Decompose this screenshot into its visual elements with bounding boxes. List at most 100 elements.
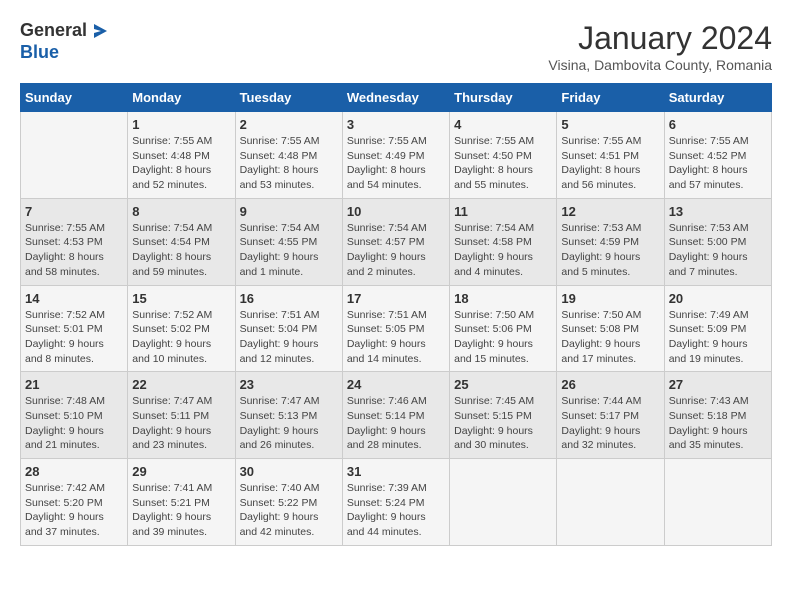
day-info: Sunrise: 7:39 AM Sunset: 5:24 PM Dayligh… bbox=[347, 481, 445, 540]
day-info: Sunrise: 7:44 AM Sunset: 5:17 PM Dayligh… bbox=[561, 394, 659, 453]
week-row-4: 21 Sunrise: 7:48 AM Sunset: 5:10 PM Dayli… bbox=[21, 372, 772, 459]
day-number: 18 bbox=[454, 291, 552, 306]
title-block: January 2024 Visina, Dambovita County, R… bbox=[548, 20, 772, 73]
page-header: General Blue January 2024 Visina, Dambov… bbox=[20, 20, 772, 73]
day-cell bbox=[557, 459, 664, 546]
day-cell: 13 Sunrise: 7:53 AM Sunset: 5:00 PM Dayli… bbox=[664, 198, 771, 285]
day-number: 11 bbox=[454, 204, 552, 219]
day-cell: 26 Sunrise: 7:44 AM Sunset: 5:17 PM Dayli… bbox=[557, 372, 664, 459]
day-cell: 31 Sunrise: 7:39 AM Sunset: 5:24 PM Dayli… bbox=[342, 459, 449, 546]
day-number: 22 bbox=[132, 377, 230, 392]
day-info: Sunrise: 7:55 AM Sunset: 4:52 PM Dayligh… bbox=[669, 134, 767, 193]
day-number: 6 bbox=[669, 117, 767, 132]
day-number: 5 bbox=[561, 117, 659, 132]
day-number: 26 bbox=[561, 377, 659, 392]
day-cell: 2 Sunrise: 7:55 AM Sunset: 4:48 PM Daylig… bbox=[235, 112, 342, 199]
day-number: 2 bbox=[240, 117, 338, 132]
header-sunday: Sunday bbox=[21, 84, 128, 112]
day-number: 21 bbox=[25, 377, 123, 392]
day-info: Sunrise: 7:47 AM Sunset: 5:13 PM Dayligh… bbox=[240, 394, 338, 453]
day-number: 23 bbox=[240, 377, 338, 392]
day-info: Sunrise: 7:50 AM Sunset: 5:08 PM Dayligh… bbox=[561, 308, 659, 367]
header-thursday: Thursday bbox=[450, 84, 557, 112]
day-number: 29 bbox=[132, 464, 230, 479]
day-cell: 1 Sunrise: 7:55 AM Sunset: 4:48 PM Daylig… bbox=[128, 112, 235, 199]
day-cell: 9 Sunrise: 7:54 AM Sunset: 4:55 PM Daylig… bbox=[235, 198, 342, 285]
day-cell: 22 Sunrise: 7:47 AM Sunset: 5:11 PM Dayli… bbox=[128, 372, 235, 459]
week-row-3: 14Sunrise: 7:52 AM Sunset: 5:01 PM Dayli… bbox=[21, 285, 772, 372]
day-number: 17 bbox=[347, 291, 445, 306]
day-info: Sunrise: 7:47 AM Sunset: 5:11 PM Dayligh… bbox=[132, 394, 230, 453]
day-info: Sunrise: 7:55 AM Sunset: 4:48 PM Dayligh… bbox=[132, 134, 230, 193]
day-number: 4 bbox=[454, 117, 552, 132]
day-info: Sunrise: 7:54 AM Sunset: 4:55 PM Dayligh… bbox=[240, 221, 338, 280]
day-info: Sunrise: 7:51 AM Sunset: 5:05 PM Dayligh… bbox=[347, 308, 445, 367]
day-number: 9 bbox=[240, 204, 338, 219]
day-cell: 27Sunrise: 7:43 AM Sunset: 5:18 PM Dayli… bbox=[664, 372, 771, 459]
day-cell: 4 Sunrise: 7:55 AM Sunset: 4:50 PM Daylig… bbox=[450, 112, 557, 199]
day-info: Sunrise: 7:54 AM Sunset: 4:58 PM Dayligh… bbox=[454, 221, 552, 280]
day-number: 1 bbox=[132, 117, 230, 132]
logo: General Blue bbox=[20, 20, 109, 63]
day-cell: 29 Sunrise: 7:41 AM Sunset: 5:21 PM Dayli… bbox=[128, 459, 235, 546]
day-info: Sunrise: 7:54 AM Sunset: 4:57 PM Dayligh… bbox=[347, 221, 445, 280]
week-row-2: 7 Sunrise: 7:55 AM Sunset: 4:53 PM Daylig… bbox=[21, 198, 772, 285]
day-cell: 18 Sunrise: 7:50 AM Sunset: 5:06 PM Dayli… bbox=[450, 285, 557, 372]
day-cell: 8Sunrise: 7:54 AM Sunset: 4:54 PM Daylig… bbox=[128, 198, 235, 285]
day-cell: 25 Sunrise: 7:45 AM Sunset: 5:15 PM Dayli… bbox=[450, 372, 557, 459]
day-cell: 20Sunrise: 7:49 AM Sunset: 5:09 PM Dayli… bbox=[664, 285, 771, 372]
day-number: 16 bbox=[240, 291, 338, 306]
header-tuesday: Tuesday bbox=[235, 84, 342, 112]
location-subtitle: Visina, Dambovita County, Romania bbox=[548, 57, 772, 73]
day-info: Sunrise: 7:45 AM Sunset: 5:15 PM Dayligh… bbox=[454, 394, 552, 453]
day-number: 10 bbox=[347, 204, 445, 219]
day-info: Sunrise: 7:55 AM Sunset: 4:51 PM Dayligh… bbox=[561, 134, 659, 193]
day-info: Sunrise: 7:55 AM Sunset: 4:50 PM Dayligh… bbox=[454, 134, 552, 193]
day-cell: 14Sunrise: 7:52 AM Sunset: 5:01 PM Dayli… bbox=[21, 285, 128, 372]
logo-blue-text: Blue bbox=[20, 42, 109, 64]
day-info: Sunrise: 7:40 AM Sunset: 5:22 PM Dayligh… bbox=[240, 481, 338, 540]
day-number: 15 bbox=[132, 291, 230, 306]
header-friday: Friday bbox=[557, 84, 664, 112]
day-number: 13 bbox=[669, 204, 767, 219]
logo-arrow-icon bbox=[89, 21, 109, 41]
day-info: Sunrise: 7:48 AM Sunset: 5:10 PM Dayligh… bbox=[25, 394, 123, 453]
day-number: 7 bbox=[25, 204, 123, 219]
month-title: January 2024 bbox=[548, 20, 772, 57]
day-cell: 15 Sunrise: 7:52 AM Sunset: 5:02 PM Dayli… bbox=[128, 285, 235, 372]
day-number: 27 bbox=[669, 377, 767, 392]
day-info: Sunrise: 7:51 AM Sunset: 5:04 PM Dayligh… bbox=[240, 308, 338, 367]
day-info: Sunrise: 7:55 AM Sunset: 4:49 PM Dayligh… bbox=[347, 134, 445, 193]
header-wednesday: Wednesday bbox=[342, 84, 449, 112]
day-cell: 5 Sunrise: 7:55 AM Sunset: 4:51 PM Daylig… bbox=[557, 112, 664, 199]
day-cell: 6 Sunrise: 7:55 AM Sunset: 4:52 PM Daylig… bbox=[664, 112, 771, 199]
day-number: 31 bbox=[347, 464, 445, 479]
day-cell: 10 Sunrise: 7:54 AM Sunset: 4:57 PM Dayli… bbox=[342, 198, 449, 285]
header-saturday: Saturday bbox=[664, 84, 771, 112]
day-info: Sunrise: 7:52 AM Sunset: 5:02 PM Dayligh… bbox=[132, 308, 230, 367]
day-number: 12 bbox=[561, 204, 659, 219]
day-info: Sunrise: 7:50 AM Sunset: 5:06 PM Dayligh… bbox=[454, 308, 552, 367]
day-info: Sunrise: 7:41 AM Sunset: 5:21 PM Dayligh… bbox=[132, 481, 230, 540]
day-cell: 16 Sunrise: 7:51 AM Sunset: 5:04 PM Dayli… bbox=[235, 285, 342, 372]
day-cell: 11 Sunrise: 7:54 AM Sunset: 4:58 PM Dayli… bbox=[450, 198, 557, 285]
day-cell: 12Sunrise: 7:53 AM Sunset: 4:59 PM Dayli… bbox=[557, 198, 664, 285]
calendar-table: SundayMondayTuesdayWednesdayThursdayFrid… bbox=[20, 83, 772, 546]
header-row: SundayMondayTuesdayWednesdayThursdayFrid… bbox=[21, 84, 772, 112]
logo-container: General Blue bbox=[20, 20, 109, 63]
day-info: Sunrise: 7:55 AM Sunset: 4:53 PM Dayligh… bbox=[25, 221, 123, 280]
week-row-5: 28Sunrise: 7:42 AM Sunset: 5:20 PM Dayli… bbox=[21, 459, 772, 546]
day-cell: 30Sunrise: 7:40 AM Sunset: 5:22 PM Dayli… bbox=[235, 459, 342, 546]
day-info: Sunrise: 7:52 AM Sunset: 5:01 PM Dayligh… bbox=[25, 308, 123, 367]
day-number: 25 bbox=[454, 377, 552, 392]
header-monday: Monday bbox=[128, 84, 235, 112]
day-cell bbox=[450, 459, 557, 546]
day-number: 3 bbox=[347, 117, 445, 132]
day-cell: 21 Sunrise: 7:48 AM Sunset: 5:10 PM Dayli… bbox=[21, 372, 128, 459]
day-cell: 3 Sunrise: 7:55 AM Sunset: 4:49 PM Daylig… bbox=[342, 112, 449, 199]
day-info: Sunrise: 7:46 AM Sunset: 5:14 PM Dayligh… bbox=[347, 394, 445, 453]
day-cell bbox=[664, 459, 771, 546]
day-info: Sunrise: 7:55 AM Sunset: 4:48 PM Dayligh… bbox=[240, 134, 338, 193]
day-number: 20 bbox=[669, 291, 767, 306]
day-info: Sunrise: 7:53 AM Sunset: 5:00 PM Dayligh… bbox=[669, 221, 767, 280]
